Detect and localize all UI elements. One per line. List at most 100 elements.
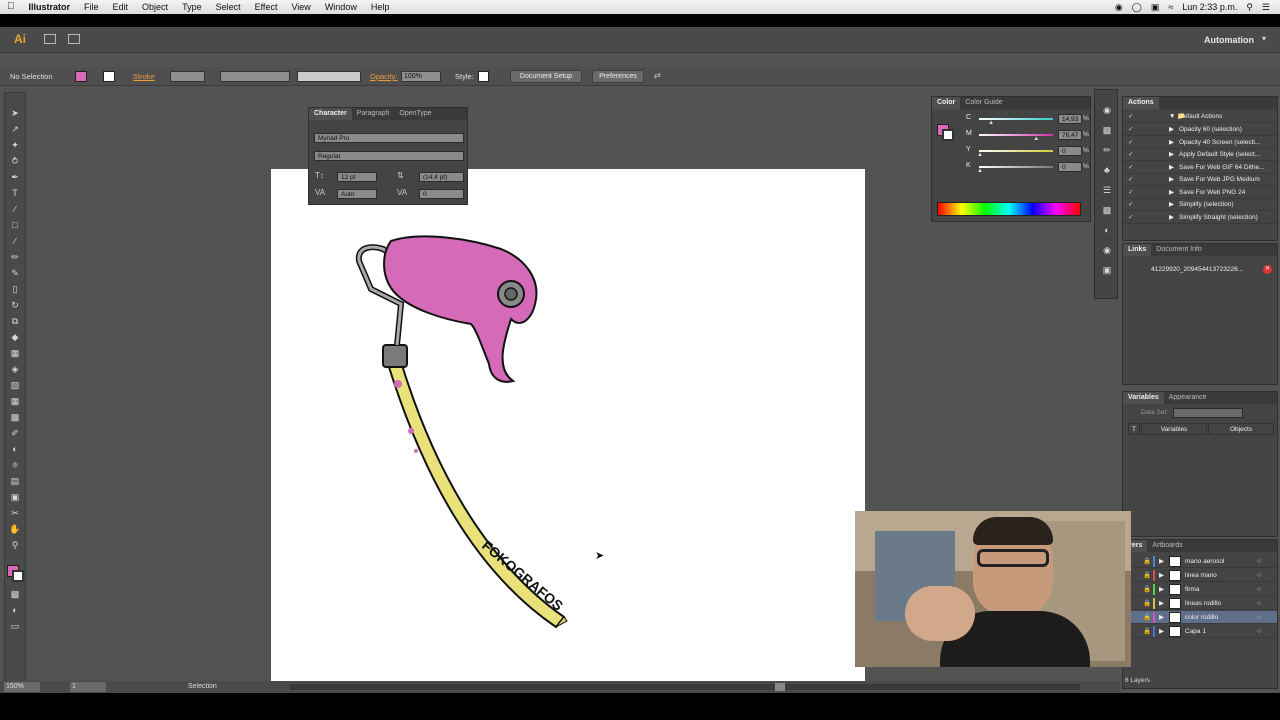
slider-thumb[interactable]: ▲ [977,168,983,174]
draw-mode-icon[interactable]: ◐ [8,604,22,616]
scale-tool-icon[interactable]: ⧉ [8,315,22,327]
target-icon[interactable]: ○ [1257,583,1261,596]
expand-arrow-icon[interactable]: ▶ [1159,555,1164,568]
apple-menu[interactable]:  [0,0,22,14]
arrange-documents-icon[interactable] [68,34,80,44]
action-row[interactable]: ✓ ▶ Save For Web GIF 64 Dithe... [1123,161,1277,174]
eraser-tool-icon[interactable]: ▯ [8,283,22,295]
check-icon[interactable]: ✓ [1128,148,1133,161]
lasso-tool-icon[interactable]: ⥁ [8,155,22,167]
creative-cloud-icon[interactable]: ◯ [1132,0,1142,14]
leading-field[interactable]: (14,4 pt) [419,172,464,182]
rectangle-tool-icon[interactable]: □ [8,219,22,231]
check-icon[interactable]: ✓ [1128,161,1133,174]
color-mode-icon[interactable]: ▩ [8,588,22,600]
action-set-row[interactable]: ✓ ▼ 📁 Default Actions [1123,110,1277,123]
clock[interactable]: Lun 2:33 p.m. [1182,0,1237,14]
eyedropper-tool-icon[interactable]: ✐ [8,427,22,439]
direct-selection-tool-icon[interactable]: ↗ [8,123,22,135]
style-swatch[interactable] [478,71,489,82]
tab-artboards[interactable]: Artboards [1147,540,1187,552]
layer-row[interactable]: 🔒 ▶ firma ○ [1123,583,1277,596]
layer-row[interactable]: 🔒 ▶ linea mano ○ [1123,569,1277,582]
arrange-icon[interactable]: ⇄ [654,71,661,80]
target-icon[interactable]: ○ [1257,611,1261,624]
expand-arrow-icon[interactable]: ▶ [1169,186,1174,199]
expand-arrow-icon[interactable]: ▶ [1169,136,1174,149]
menu-window[interactable]: Window [318,0,364,14]
layer-row[interactable]: 🔒 ▶ color rodillo ○ [1123,611,1277,624]
channel-slider[interactable] [979,150,1053,152]
perspective-grid-tool-icon[interactable]: ▨ [8,379,22,391]
channel-slider[interactable] [979,166,1053,168]
gradient-panel-icon[interactable]: ▩ [1100,204,1114,216]
expand-arrow-icon[interactable]: ▶ [1159,583,1164,596]
gradient-tool-icon[interactable]: ▩ [8,411,22,423]
scroll-thumb[interactable] [775,683,785,691]
menu-type[interactable]: Type [175,0,209,14]
pen-tool-icon[interactable]: ✒ [8,171,22,183]
tab-color[interactable]: Color [932,97,961,109]
tab-color-guide[interactable]: Color Guide [960,97,1007,109]
layer-row[interactable]: 🔒 ▶ Capa 1 ○ [1123,625,1277,638]
expand-arrow-icon[interactable]: ▶ [1169,198,1174,211]
tab-paragraph[interactable]: Paragraph [352,108,395,120]
font-style-select[interactable]: Regular [314,151,464,161]
wifi-icon[interactable]: ≈ [1168,0,1173,14]
check-icon[interactable]: ✓ [1128,136,1133,149]
selection-tool-icon[interactable]: ➤ [8,107,22,119]
target-icon[interactable]: ○ [1257,597,1261,610]
tab-opentype[interactable]: OpenType [394,108,436,120]
check-icon[interactable]: ✓ [1128,110,1133,123]
appearance-panel-icon[interactable]: ◉ [1100,244,1114,256]
check-icon[interactable]: ✓ [1128,173,1133,186]
magic-wand-tool-icon[interactable]: ✦ [8,139,22,151]
shape-builder-tool-icon[interactable]: ◈ [8,363,22,375]
width-tool-icon[interactable]: ◆ [8,331,22,343]
layer-row[interactable]: 🔒 ▶ mano aerosol ○ [1123,555,1277,568]
tracking-field[interactable]: 0 [419,189,464,199]
action-row[interactable]: ✓ ▶ Opacity 40 Screen (selecti... [1123,136,1277,149]
font-size-field[interactable]: 12 pt [337,172,377,182]
workspace-chevron-icon[interactable]: ▾ [1262,34,1266,43]
target-icon[interactable]: ○ [1257,555,1261,568]
target-icon[interactable]: ○ [1257,625,1261,638]
stroke-color-box[interactable] [12,570,24,582]
check-icon[interactable]: ✓ [1128,198,1133,211]
bridge-icon[interactable] [44,34,56,44]
expand-arrow-icon[interactable]: ▶ [1159,597,1164,610]
type-tool-icon[interactable]: T [8,187,22,199]
spectrum-bar[interactable] [937,202,1081,216]
graphic-styles-panel-icon[interactable]: ▣ [1100,264,1114,276]
brushes-panel-icon[interactable]: ✏ [1100,144,1114,156]
menu-file[interactable]: File [77,0,106,14]
channel-value-field[interactable]: 76,47 [1058,130,1082,140]
channel-value-field[interactable]: 14,93 [1058,114,1082,124]
expand-arrow-icon[interactable]: ▶ [1159,625,1164,638]
brush-field[interactable] [297,71,361,82]
channel-value-field[interactable]: 0 [1058,162,1082,172]
hand-tool-icon[interactable]: ✋ [8,523,22,535]
lock-icon[interactable]: 🔒 [1143,583,1151,596]
rotate-tool-icon[interactable]: ↻ [8,299,22,311]
slider-thumb[interactable]: ▲ [1033,136,1039,142]
zoom-field[interactable]: 150% [4,682,40,692]
lock-icon[interactable]: 🔒 [1143,569,1151,582]
tab-character[interactable]: Character [309,108,352,120]
lock-icon[interactable]: 🔒 [1143,611,1151,624]
action-row[interactable]: ✓ ▶ Save For Web JPG Medium [1123,173,1277,186]
stroke-swatch[interactable] [103,71,115,82]
menu-view[interactable]: View [284,0,317,14]
action-row[interactable]: ✓ ▶ Simplify Straight (selection) [1123,211,1277,224]
screen-mode-icon[interactable]: ▭ [8,620,22,632]
stroke-weight-field[interactable] [170,71,205,82]
opacity-label[interactable]: Opacity: [370,72,398,81]
channel-slider[interactable] [979,134,1053,136]
expand-arrow-icon[interactable]: ▶ [1169,161,1174,174]
tab-links[interactable]: Links [1123,244,1152,256]
artboard[interactable]: FOKOGRAFOS ➤ [271,169,865,693]
mesh-tool-icon[interactable]: ▦ [8,395,22,407]
artboard-field[interactable]: 1 [70,682,106,692]
stroke-label[interactable]: Stroke [133,72,155,81]
tab-document-info[interactable]: Document Info [1151,244,1207,256]
